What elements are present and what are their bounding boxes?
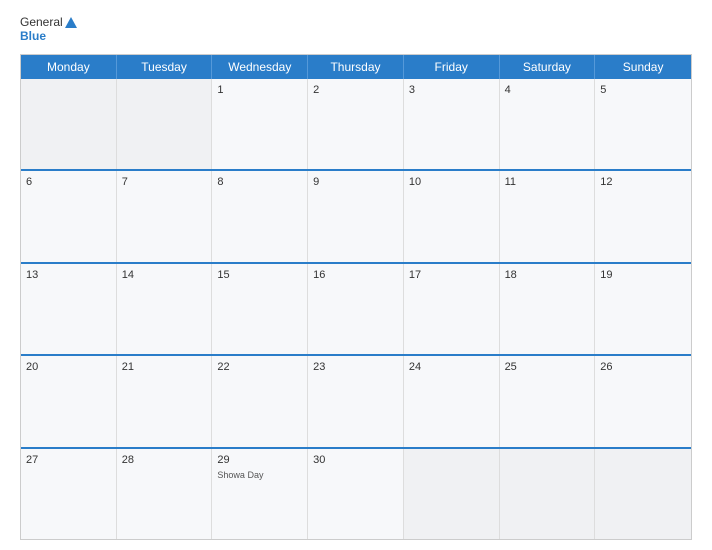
day-cell — [21, 79, 117, 169]
day-cell: 1 — [212, 79, 308, 169]
day-cell: 4 — [500, 79, 596, 169]
day-number: 22 — [217, 360, 302, 375]
logo-triangle-icon — [65, 17, 77, 28]
day-number: 9 — [313, 175, 398, 190]
day-cell: 22 — [212, 356, 308, 446]
day-number: 10 — [409, 175, 494, 190]
day-cell: 15 — [212, 264, 308, 354]
logo-blue-text: Blue — [20, 29, 46, 43]
day-cell: 6 — [21, 171, 117, 261]
calendar-grid: MondayTuesdayWednesdayThursdayFridaySatu… — [20, 54, 692, 540]
day-cell — [595, 449, 691, 539]
weeks-container: 1234567891011121314151617181920212223242… — [21, 79, 691, 539]
logo-general-text: General — [20, 15, 63, 29]
day-cell: 21 — [117, 356, 213, 446]
day-cell: 27 — [21, 449, 117, 539]
day-number: 19 — [600, 268, 686, 283]
day-cell — [404, 449, 500, 539]
day-number: 8 — [217, 175, 302, 190]
weekday-header-thursday: Thursday — [308, 55, 404, 79]
weekday-header-sunday: Sunday — [595, 55, 691, 79]
day-cell: 17 — [404, 264, 500, 354]
week-row-3: 13 14 15 16 17 18 19 — [21, 262, 691, 354]
day-number: 20 — [26, 360, 111, 375]
day-cell: 20 — [21, 356, 117, 446]
day-cell: 12 — [595, 171, 691, 261]
day-number: 15 — [217, 268, 302, 283]
day-cell: 25 — [500, 356, 596, 446]
day-cell: 9 — [308, 171, 404, 261]
day-number: 16 — [313, 268, 398, 283]
day-number: 14 — [122, 268, 207, 283]
day-cell: 19 — [595, 264, 691, 354]
day-number: 5 — [600, 83, 686, 98]
day-number: 24 — [409, 360, 494, 375]
calendar-page: General Blue MondayTuesdayWednesdayThurs… — [0, 0, 712, 550]
week-row-2: 6789 10 11 12 — [21, 169, 691, 261]
week-row-4: 20 21 22 23 24 25 26 — [21, 354, 691, 446]
day-cell: 7 — [117, 171, 213, 261]
day-number: 27 — [26, 453, 111, 468]
weekday-header-tuesday: Tuesday — [117, 55, 213, 79]
day-cell: 11 — [500, 171, 596, 261]
day-cell: 30 — [308, 449, 404, 539]
day-cell: 24 — [404, 356, 500, 446]
day-number: 18 — [505, 268, 590, 283]
week-row-5: 27 28 29 Showa Day 30 — [21, 447, 691, 539]
day-number: 25 — [505, 360, 590, 375]
day-cell: 10 — [404, 171, 500, 261]
day-cell — [117, 79, 213, 169]
day-number: 13 — [26, 268, 111, 283]
weekday-header-wednesday: Wednesday — [212, 55, 308, 79]
weekday-header-friday: Friday — [404, 55, 500, 79]
day-number: 17 — [409, 268, 494, 283]
day-cell: 2 — [308, 79, 404, 169]
day-cell: 13 — [21, 264, 117, 354]
day-number: 23 — [313, 360, 398, 375]
day-number: 7 — [122, 175, 207, 190]
day-cell: 3 — [404, 79, 500, 169]
day-number: 1 — [217, 83, 302, 98]
day-cell — [500, 449, 596, 539]
day-cell: 18 — [500, 264, 596, 354]
day-number: 3 — [409, 83, 494, 98]
day-number: 29 — [217, 453, 302, 468]
day-number: 12 — [600, 175, 686, 190]
day-cell: 29 Showa Day — [212, 449, 308, 539]
week-row-1: 12345 — [21, 79, 691, 169]
day-number: 28 — [122, 453, 207, 468]
day-cell: 28 — [117, 449, 213, 539]
weekday-header-saturday: Saturday — [500, 55, 596, 79]
day-cell: 26 — [595, 356, 691, 446]
day-cell: 23 — [308, 356, 404, 446]
weekday-header-monday: Monday — [21, 55, 117, 79]
day-number: 11 — [505, 175, 590, 190]
day-cell: 16 — [308, 264, 404, 354]
day-number: 2 — [313, 83, 398, 98]
day-number: 21 — [122, 360, 207, 375]
weekday-headers: MondayTuesdayWednesdayThursdayFridaySatu… — [21, 55, 691, 79]
day-event: Showa Day — [217, 470, 302, 480]
day-cell: 14 — [117, 264, 213, 354]
header: General Blue — [20, 15, 692, 44]
day-cell: 5 — [595, 79, 691, 169]
day-cell: 8 — [212, 171, 308, 261]
day-number: 26 — [600, 360, 686, 375]
logo: General Blue — [20, 15, 77, 44]
day-number: 4 — [505, 83, 590, 98]
day-number: 30 — [313, 453, 398, 468]
day-number: 6 — [26, 175, 111, 190]
